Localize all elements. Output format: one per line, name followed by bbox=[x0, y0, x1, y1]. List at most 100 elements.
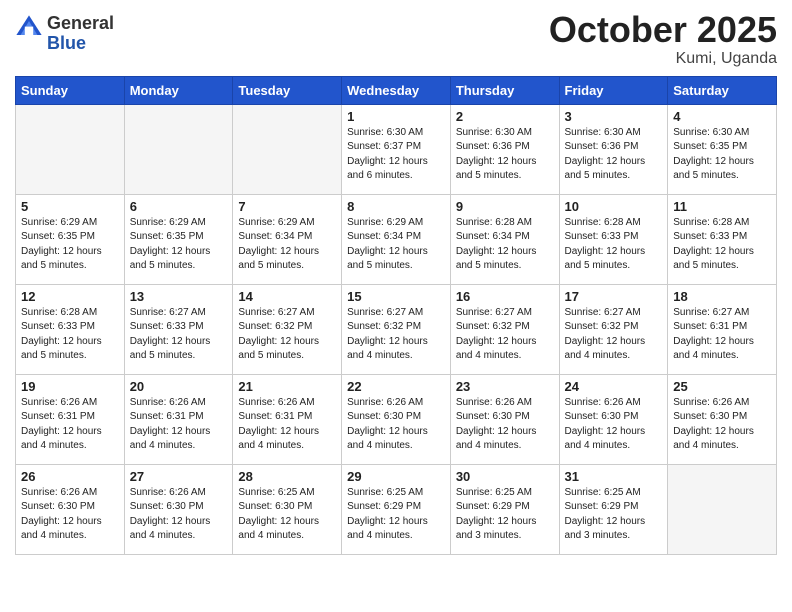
calendar-table: SundayMondayTuesdayWednesdayThursdayFrid… bbox=[15, 76, 777, 555]
day-number: 23 bbox=[456, 379, 554, 394]
day-info: Sunrise: 6:26 AM Sunset: 6:30 PM Dayligh… bbox=[456, 396, 554, 454]
calendar-cell: 16Sunrise: 6:27 AM Sunset: 6:32 PM Dayli… bbox=[450, 284, 559, 374]
calendar-cell: 11 Sunrise: 6:28 AM Sunset: 6:33 PM Dayli… bbox=[668, 194, 777, 284]
day-number: 29 bbox=[347, 469, 445, 484]
day-info: Sunrise: 6:28 AM Sunset: 6:34 PM Dayligh… bbox=[456, 216, 554, 274]
day-header-monday: Monday bbox=[124, 76, 233, 104]
day-info: Sunrise: 6:25 AM Sunset: 6:29 PM Dayligh… bbox=[456, 486, 554, 544]
calendar-cell bbox=[16, 104, 125, 194]
calendar-cell: 3 Sunrise: 6:30 AM Sunset: 6:36 PM Daylig… bbox=[559, 104, 668, 194]
calendar-cell: 26 Sunrise: 6:26 AM Sunset: 6:30 PM Dayli… bbox=[16, 464, 125, 554]
day-header-row: SundayMondayTuesdayWednesdayThursdayFrid… bbox=[16, 76, 777, 104]
day-info: Sunrise: 6:27 AM Sunset: 6:32 PM Dayligh… bbox=[347, 306, 445, 364]
day-number: 25 bbox=[673, 379, 771, 394]
day-number: 11 bbox=[673, 199, 771, 214]
calendar-cell: 6 Sunrise: 6:29 AM Sunset: 6:35 PM Daylig… bbox=[124, 194, 233, 284]
calendar-cell: 25 Sunrise: 6:26 AM Sunset: 6:30 PM Dayli… bbox=[668, 374, 777, 464]
week-row-3: 12Sunrise: 6:28 AM Sunset: 6:33 PM Dayli… bbox=[16, 284, 777, 374]
month-title: October 2025 bbox=[549, 10, 777, 50]
logo-general: General bbox=[47, 14, 114, 34]
day-info: Sunrise: 6:27 AM Sunset: 6:32 PM Dayligh… bbox=[456, 306, 554, 364]
week-row-2: 5 Sunrise: 6:29 AM Sunset: 6:35 PM Daylig… bbox=[16, 194, 777, 284]
calendar-cell: 13 Sunrise: 6:27 AM Sunset: 6:33 PM Dayli… bbox=[124, 284, 233, 374]
day-number: 28 bbox=[238, 469, 336, 484]
day-info: Sunrise: 6:26 AM Sunset: 6:30 PM Dayligh… bbox=[347, 396, 445, 454]
day-number: 1 bbox=[347, 109, 445, 124]
calendar-cell: 27 Sunrise: 6:26 AM Sunset: 6:30 PM Dayli… bbox=[124, 464, 233, 554]
day-header-friday: Friday bbox=[559, 76, 668, 104]
header: General Blue October 2025 Kumi, Uganda bbox=[15, 10, 777, 68]
day-number: 22 bbox=[347, 379, 445, 394]
calendar-cell: 28 Sunrise: 6:25 AM Sunset: 6:30 PM Dayli… bbox=[233, 464, 342, 554]
day-number: 18 bbox=[673, 289, 771, 304]
day-number: 10 bbox=[565, 199, 663, 214]
calendar-cell: 7 Sunrise: 6:29 AM Sunset: 6:34 PM Daylig… bbox=[233, 194, 342, 284]
calendar-cell: 14 Sunrise: 6:27 AM Sunset: 6:32 PM Dayli… bbox=[233, 284, 342, 374]
calendar-cell: 8 Sunrise: 6:29 AM Sunset: 6:34 PM Daylig… bbox=[342, 194, 451, 284]
day-number: 21 bbox=[238, 379, 336, 394]
day-info: Sunrise: 6:25 AM Sunset: 6:29 PM Dayligh… bbox=[347, 486, 445, 544]
day-number: 30 bbox=[456, 469, 554, 484]
day-number: 6 bbox=[130, 199, 228, 214]
calendar-cell: 30 Sunrise: 6:25 AM Sunset: 6:29 PM Dayli… bbox=[450, 464, 559, 554]
day-info: Sunrise: 6:26 AM Sunset: 6:31 PM Dayligh… bbox=[238, 396, 336, 454]
day-header-sunday: Sunday bbox=[16, 76, 125, 104]
day-number: 14 bbox=[238, 289, 336, 304]
calendar-cell: 4 Sunrise: 6:30 AM Sunset: 6:35 PM Daylig… bbox=[668, 104, 777, 194]
day-info: Sunrise: 6:27 AM Sunset: 6:32 PM Dayligh… bbox=[238, 306, 336, 364]
day-info: Sunrise: 6:28 AM Sunset: 6:33 PM Dayligh… bbox=[673, 216, 771, 274]
logo-icon bbox=[15, 14, 43, 42]
day-info: Sunrise: 6:30 AM Sunset: 6:36 PM Dayligh… bbox=[565, 126, 663, 184]
day-number: 13 bbox=[130, 289, 228, 304]
calendar-cell: 21 Sunrise: 6:26 AM Sunset: 6:31 PM Dayli… bbox=[233, 374, 342, 464]
calendar-cell: 17Sunrise: 6:27 AM Sunset: 6:32 PM Dayli… bbox=[559, 284, 668, 374]
day-number: 15 bbox=[347, 289, 445, 304]
day-info: Sunrise: 6:29 AM Sunset: 6:34 PM Dayligh… bbox=[347, 216, 445, 274]
calendar-cell: 22 Sunrise: 6:26 AM Sunset: 6:30 PM Dayli… bbox=[342, 374, 451, 464]
day-header-saturday: Saturday bbox=[668, 76, 777, 104]
day-header-tuesday: Tuesday bbox=[233, 76, 342, 104]
day-number: 3 bbox=[565, 109, 663, 124]
day-info: Sunrise: 6:30 AM Sunset: 6:36 PM Dayligh… bbox=[456, 126, 554, 184]
day-info: Sunrise: 6:26 AM Sunset: 6:30 PM Dayligh… bbox=[673, 396, 771, 454]
location: Kumi, Uganda bbox=[549, 50, 777, 68]
week-row-4: 19Sunrise: 6:26 AM Sunset: 6:31 PM Dayli… bbox=[16, 374, 777, 464]
calendar-cell: 20Sunrise: 6:26 AM Sunset: 6:31 PM Dayli… bbox=[124, 374, 233, 464]
day-number: 4 bbox=[673, 109, 771, 124]
day-info: Sunrise: 6:29 AM Sunset: 6:35 PM Dayligh… bbox=[130, 216, 228, 274]
day-info: Sunrise: 6:27 AM Sunset: 6:31 PM Dayligh… bbox=[673, 306, 771, 364]
logo-text: General Blue bbox=[47, 14, 114, 54]
calendar-cell: 2Sunrise: 6:30 AM Sunset: 6:36 PM Daylig… bbox=[450, 104, 559, 194]
calendar-cell: 18 Sunrise: 6:27 AM Sunset: 6:31 PM Dayli… bbox=[668, 284, 777, 374]
day-info: Sunrise: 6:29 AM Sunset: 6:35 PM Dayligh… bbox=[21, 216, 119, 274]
day-info: Sunrise: 6:26 AM Sunset: 6:30 PM Dayligh… bbox=[130, 486, 228, 544]
calendar-cell bbox=[233, 104, 342, 194]
day-number: 12 bbox=[21, 289, 119, 304]
day-number: 5 bbox=[21, 199, 119, 214]
day-number: 8 bbox=[347, 199, 445, 214]
calendar-cell: 1Sunrise: 6:30 AM Sunset: 6:37 PM Daylig… bbox=[342, 104, 451, 194]
day-info: Sunrise: 6:25 AM Sunset: 6:30 PM Dayligh… bbox=[238, 486, 336, 544]
calendar-cell: 10Sunrise: 6:28 AM Sunset: 6:33 PM Dayli… bbox=[559, 194, 668, 284]
day-number: 27 bbox=[130, 469, 228, 484]
calendar-cell: 9Sunrise: 6:28 AM Sunset: 6:34 PM Daylig… bbox=[450, 194, 559, 284]
main-container: General Blue October 2025 Kumi, Uganda S… bbox=[0, 0, 792, 570]
calendar-cell: 29 Sunrise: 6:25 AM Sunset: 6:29 PM Dayli… bbox=[342, 464, 451, 554]
day-header-wednesday: Wednesday bbox=[342, 76, 451, 104]
day-number: 20 bbox=[130, 379, 228, 394]
week-row-5: 26 Sunrise: 6:26 AM Sunset: 6:30 PM Dayli… bbox=[16, 464, 777, 554]
calendar-cell: 19Sunrise: 6:26 AM Sunset: 6:31 PM Dayli… bbox=[16, 374, 125, 464]
calendar-cell: 5 Sunrise: 6:29 AM Sunset: 6:35 PM Daylig… bbox=[16, 194, 125, 284]
day-info: Sunrise: 6:30 AM Sunset: 6:35 PM Dayligh… bbox=[673, 126, 771, 184]
day-info: Sunrise: 6:29 AM Sunset: 6:34 PM Dayligh… bbox=[238, 216, 336, 274]
day-number: 7 bbox=[238, 199, 336, 214]
logo-blue: Blue bbox=[47, 34, 114, 54]
day-info: Sunrise: 6:25 AM Sunset: 6:29 PM Dayligh… bbox=[565, 486, 663, 544]
day-number: 26 bbox=[21, 469, 119, 484]
day-info: Sunrise: 6:26 AM Sunset: 6:30 PM Dayligh… bbox=[21, 486, 119, 544]
day-info: Sunrise: 6:26 AM Sunset: 6:31 PM Dayligh… bbox=[21, 396, 119, 454]
day-number: 31 bbox=[565, 469, 663, 484]
calendar-cell bbox=[668, 464, 777, 554]
day-info: Sunrise: 6:27 AM Sunset: 6:33 PM Dayligh… bbox=[130, 306, 228, 364]
calendar-cell: 12Sunrise: 6:28 AM Sunset: 6:33 PM Dayli… bbox=[16, 284, 125, 374]
